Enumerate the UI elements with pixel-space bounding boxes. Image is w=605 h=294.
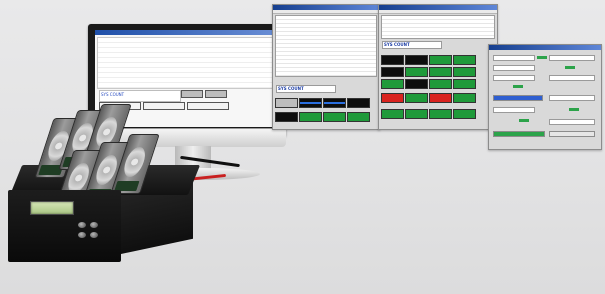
duplicator-button: [90, 232, 98, 238]
right-slot: [429, 79, 452, 89]
settings-field: [549, 119, 595, 125]
monitor-status-box: SYS COUNT: [99, 90, 181, 102]
center-slot: [347, 112, 370, 122]
center-slot: [299, 98, 322, 108]
center-slot: [275, 98, 298, 108]
settings-field: [493, 75, 535, 81]
right-slot: [429, 93, 452, 103]
right-slot: [429, 55, 452, 65]
settings-field: [493, 107, 535, 113]
settings-field: [493, 65, 535, 71]
right-slot: [453, 67, 476, 77]
right-app-window: SYS COUNT: [378, 4, 498, 130]
monitor-slot: [205, 90, 227, 98]
center-slot: [275, 112, 298, 122]
right-slot: [405, 93, 428, 103]
center-status-box: SYS COUNT: [276, 85, 336, 93]
right-slot: [453, 93, 476, 103]
right-slot: [381, 93, 404, 103]
duplicator-button: [78, 222, 86, 228]
settings-window: [488, 44, 602, 150]
monitor-status-text: SYS COUNT: [101, 92, 125, 97]
duplicator-button: [78, 232, 86, 238]
center-status-text: SYS COUNT: [278, 86, 304, 91]
right-slot: [405, 109, 428, 119]
settings-field: [549, 55, 595, 61]
settings-toggle: [519, 119, 529, 122]
monitor-slot: [187, 102, 229, 110]
right-status-text: SYS COUNT: [384, 42, 410, 47]
center-slot: [323, 98, 346, 108]
right-slot: [381, 67, 404, 77]
duplicator-button: [90, 222, 98, 228]
settings-button: [549, 131, 595, 137]
duplicator-lcd: [30, 201, 74, 215]
center-slot: [299, 112, 322, 122]
right-log-table: [381, 15, 495, 39]
right-window-menubar: [379, 10, 497, 14]
center-window-menubar: [273, 10, 379, 14]
settings-toggle: [537, 56, 547, 59]
right-slot: [429, 67, 452, 77]
right-slot: [381, 109, 404, 119]
settings-field: [549, 95, 595, 101]
settings-field: [549, 75, 595, 81]
center-log-table: [275, 15, 377, 77]
right-slot: [453, 55, 476, 65]
right-slot: [405, 55, 428, 65]
right-slot: [405, 79, 428, 89]
right-slot: [453, 109, 476, 119]
settings-toggle: [565, 66, 575, 69]
settings-toggle: [569, 108, 579, 111]
right-slot: [405, 67, 428, 77]
right-slot: [381, 79, 404, 89]
center-slot: [323, 112, 346, 122]
monitor-log-table: [97, 37, 277, 89]
monitor-slot: [181, 90, 203, 98]
settings-window-titlebar: [489, 45, 601, 50]
monitor-window-titlebar: [95, 30, 279, 35]
right-status-box: SYS COUNT: [382, 41, 442, 49]
settings-field: [493, 55, 535, 61]
center-slot: [347, 98, 370, 108]
right-slot: [381, 55, 404, 65]
monitor-slot: [143, 102, 185, 110]
settings-progress: [493, 95, 543, 101]
center-app-window: SYS COUNT: [272, 4, 380, 130]
settings-toggle: [513, 85, 523, 88]
right-slot: [453, 79, 476, 89]
right-slot: [429, 109, 452, 119]
settings-bar: [493, 131, 545, 137]
